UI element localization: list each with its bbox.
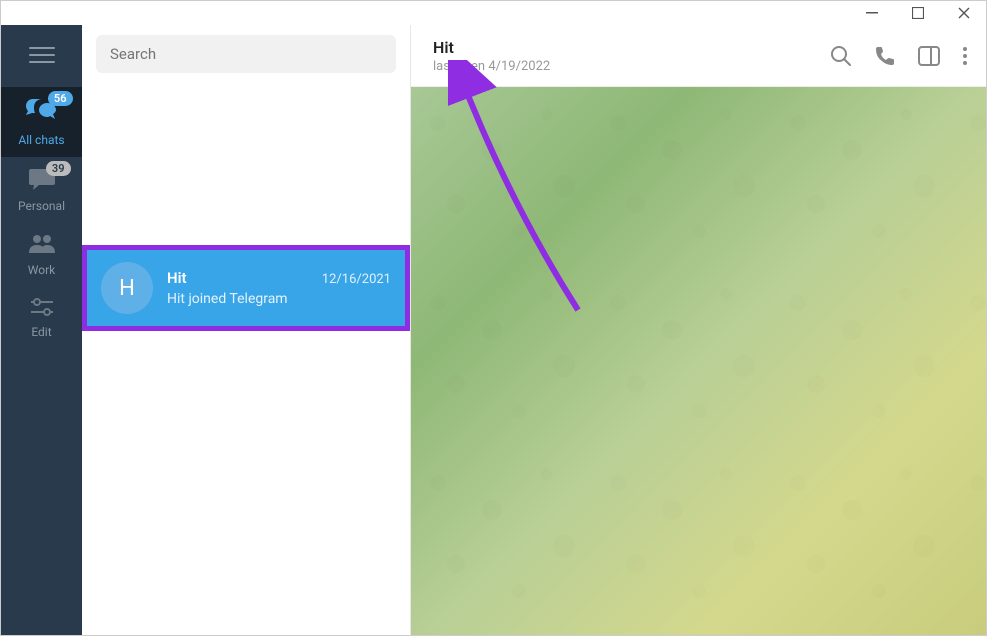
chat-background bbox=[411, 87, 986, 635]
search-icon bbox=[830, 45, 852, 67]
sidebar-item-personal[interactable]: 39 Personal bbox=[1, 157, 82, 223]
sidebar-item-label: Edit bbox=[31, 325, 51, 339]
badge-count: 56 bbox=[48, 91, 73, 106]
search-in-chat-button[interactable] bbox=[830, 45, 852, 67]
chat-list: H Hit 12/16/2021 Hit joined Telegram bbox=[82, 83, 410, 635]
menu-button[interactable] bbox=[22, 37, 62, 73]
people-icon bbox=[27, 233, 57, 259]
call-button[interactable] bbox=[874, 45, 896, 67]
sidebar-item-label: Personal bbox=[18, 199, 65, 213]
chat-view: Hit last seen 4/19/2022 bbox=[411, 25, 986, 635]
sidebar: 56 All chats 39 Personal bbox=[1, 25, 82, 635]
chat-item-header: Hit 12/16/2021 bbox=[167, 269, 391, 287]
chat-list-item[interactable]: H Hit 12/16/2021 Hit joined Telegram bbox=[82, 245, 410, 331]
sidebar-item-label: All chats bbox=[18, 133, 64, 147]
panel-icon bbox=[918, 46, 940, 66]
chat-header: Hit last seen 4/19/2022 bbox=[411, 25, 986, 87]
sidebar-item-edit[interactable]: Edit bbox=[1, 287, 82, 349]
search-input[interactable] bbox=[96, 35, 396, 73]
avatar-letter: H bbox=[119, 276, 135, 301]
chat-info: Hit 12/16/2021 Hit joined Telegram bbox=[167, 269, 391, 307]
chat-contact-status: last seen 4/19/2022 bbox=[433, 59, 830, 74]
chat-item-date: 12/16/2021 bbox=[322, 272, 391, 287]
chat-icon: 39 bbox=[27, 167, 57, 195]
sidebar-item-work[interactable]: Work bbox=[1, 223, 82, 287]
avatar: H bbox=[101, 262, 153, 314]
dots-vertical-icon bbox=[962, 46, 968, 66]
close-button[interactable] bbox=[950, 3, 978, 23]
maximize-button[interactable] bbox=[904, 3, 932, 23]
main-area: 56 All chats 39 Personal bbox=[1, 25, 986, 635]
sidebar-item-all-chats[interactable]: 56 All chats bbox=[1, 87, 82, 157]
chat-bubbles-icon: 56 bbox=[25, 97, 59, 129]
chat-header-titles[interactable]: Hit last seen 4/19/2022 bbox=[433, 38, 830, 74]
sliders-icon bbox=[29, 297, 55, 321]
sidebar-item-label: Work bbox=[28, 263, 55, 277]
app-window: 56 All chats 39 Personal bbox=[0, 0, 987, 636]
badge-count: 39 bbox=[46, 161, 71, 176]
phone-icon bbox=[874, 45, 896, 67]
sidebar-toggle-button[interactable] bbox=[918, 46, 940, 66]
minimize-button[interactable] bbox=[858, 3, 886, 23]
chat-header-actions bbox=[830, 45, 968, 67]
chat-item-preview: Hit joined Telegram bbox=[167, 291, 391, 307]
more-button[interactable] bbox=[962, 46, 968, 66]
chat-list-column: H Hit 12/16/2021 Hit joined Telegram bbox=[82, 25, 411, 635]
search-wrap bbox=[82, 25, 410, 83]
chat-contact-name: Hit bbox=[433, 38, 830, 57]
window-titlebar bbox=[1, 1, 986, 25]
chat-item-name: Hit bbox=[167, 269, 187, 287]
